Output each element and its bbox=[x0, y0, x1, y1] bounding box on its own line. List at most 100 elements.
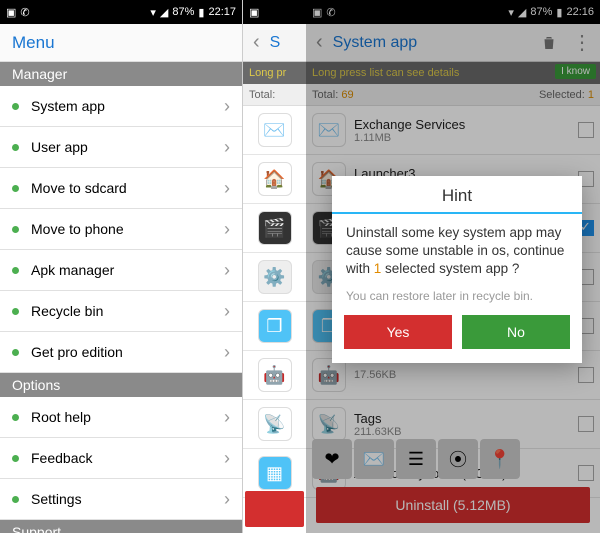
bullet-icon bbox=[12, 226, 19, 233]
hint-bar: Long pr bbox=[243, 62, 306, 84]
total-bar: Total: 69 Selected: 1 bbox=[306, 84, 600, 106]
list-item[interactable]: ✉️ bbox=[243, 106, 306, 155]
bullet-icon bbox=[12, 103, 19, 110]
screenshot-icon: ▣ bbox=[249, 6, 259, 19]
no-button[interactable]: No bbox=[462, 315, 570, 349]
total-value: 69 bbox=[341, 89, 353, 101]
menu-item-move-phone[interactable]: Move to phone › bbox=[0, 209, 242, 250]
battery-icon: ▮ bbox=[198, 6, 204, 19]
battery-label: 87% bbox=[530, 6, 552, 18]
checkbox[interactable] bbox=[578, 465, 594, 481]
phone-icon: ✆ bbox=[326, 6, 335, 19]
menu-item-label: User app bbox=[31, 139, 88, 155]
chevron-right-icon: › bbox=[224, 137, 230, 158]
back-button[interactable]: ‹ bbox=[249, 31, 264, 54]
app-name: Tags bbox=[354, 411, 570, 426]
chevron-right-icon: › bbox=[224, 407, 230, 428]
hint-bar: Long press list can see details I know bbox=[306, 62, 600, 84]
hint-dialog: Hint Uninstall some key system app may c… bbox=[332, 176, 582, 363]
checkbox[interactable] bbox=[578, 122, 594, 138]
selected-value: 1 bbox=[588, 89, 594, 101]
list-item[interactable]: 📡 bbox=[243, 400, 306, 449]
status-bar: ▣ ✆ ▾ ◢ 87% ▮ 22:16 bbox=[306, 0, 600, 24]
wifi-icon: ▾ bbox=[508, 6, 514, 19]
thumb-icon[interactable]: ⦿ bbox=[438, 439, 478, 479]
chevron-right-icon: › bbox=[224, 448, 230, 469]
screen-list-peek: ▣ ‹ S Long pr Total: ✉️ 🏠 🎬 ⚙️ ❐ 🤖 📡 ▦ bbox=[243, 0, 306, 533]
thumb-icon[interactable]: ✉️ bbox=[354, 439, 394, 479]
total-bar: Total: bbox=[243, 84, 306, 106]
chevron-right-icon: › bbox=[224, 489, 230, 510]
page-title: System app bbox=[333, 34, 530, 52]
screen-menu: ▣ ✆ ▾ ◢ 87% ▮ 22:17 Menu Manager System … bbox=[0, 0, 243, 533]
menu-item-user-app[interactable]: User app › bbox=[0, 127, 242, 168]
button-label: Yes bbox=[387, 324, 410, 340]
chevron-right-icon: › bbox=[224, 219, 230, 240]
thumb-icon[interactable]: ❤ bbox=[312, 439, 352, 479]
list-item[interactable]: ❐ bbox=[243, 302, 306, 351]
app-icon: ▦ bbox=[258, 456, 292, 490]
menu-title: Menu bbox=[0, 24, 242, 62]
list-item[interactable]: 🤖 bbox=[243, 351, 306, 400]
iknow-button[interactable]: I know bbox=[555, 64, 596, 79]
screenshot-icon: ▣ bbox=[6, 6, 16, 19]
overflow-button[interactable]: ⋮ bbox=[568, 30, 594, 55]
app-row-exchange[interactable]: ✉️ Exchange Services 1.11MB bbox=[306, 106, 600, 155]
yes-button[interactable]: Yes bbox=[344, 315, 452, 349]
back-button[interactable]: ‹ bbox=[312, 31, 327, 54]
recent-apps-tray: ❤ ✉️ ☰ ⦿ 📍 bbox=[312, 439, 520, 479]
button-label: No bbox=[507, 324, 525, 340]
chevron-right-icon: › bbox=[224, 301, 230, 322]
dialog-text: selected system app ? bbox=[381, 261, 519, 276]
uninstall-button[interactable] bbox=[245, 491, 304, 527]
list-item[interactable]: 🏠 bbox=[243, 155, 306, 204]
clapper-icon: 🎬 bbox=[258, 211, 292, 245]
hint-text: Long pr bbox=[249, 67, 286, 79]
dialog-title: Hint bbox=[332, 176, 582, 212]
uninstall-button[interactable]: Uninstall (5.12MB) bbox=[316, 487, 590, 523]
trash-button[interactable] bbox=[536, 34, 562, 52]
checkbox[interactable] bbox=[578, 416, 594, 432]
app-size: 17.56KB bbox=[354, 369, 570, 381]
menu-item-apk-manager[interactable]: Apk manager › bbox=[0, 250, 242, 291]
list-item[interactable]: ⚙️ bbox=[243, 253, 306, 302]
app-bar: ‹ S bbox=[243, 24, 306, 62]
menu-item-move-sdcard[interactable]: Move to sdcard › bbox=[0, 168, 242, 209]
selected-label: Selected: bbox=[539, 89, 585, 101]
clock: 22:17 bbox=[208, 6, 236, 18]
menu-item-recycle-bin[interactable]: Recycle bin › bbox=[0, 291, 242, 332]
menu-item-settings[interactable]: Settings › bbox=[0, 479, 242, 520]
signal-icon: ◢ bbox=[518, 6, 526, 19]
chevron-right-icon: › bbox=[224, 96, 230, 117]
bullet-icon bbox=[12, 144, 19, 151]
menu-item-system-app[interactable]: System app › bbox=[0, 86, 242, 127]
bullet-icon bbox=[12, 496, 19, 503]
envelope-icon: ✉️ bbox=[258, 113, 292, 147]
nfc-icon: 📡 bbox=[258, 407, 292, 441]
thumb-icon[interactable]: 📍 bbox=[480, 439, 520, 479]
thumb-icon[interactable]: ☰ bbox=[396, 439, 436, 479]
menu-item-feedback[interactable]: Feedback › bbox=[0, 438, 242, 479]
checkbox[interactable] bbox=[578, 367, 594, 383]
windows-icon: ❐ bbox=[258, 309, 292, 343]
menu-item-label: Get pro edition bbox=[31, 344, 123, 360]
chevron-right-icon: › bbox=[224, 178, 230, 199]
bullet-icon bbox=[12, 185, 19, 192]
signal-icon: ◢ bbox=[160, 6, 168, 19]
menu-item-label: Move to sdcard bbox=[31, 180, 127, 196]
menu-item-get-pro[interactable]: Get pro edition › bbox=[0, 332, 242, 373]
app-name: Exchange Services bbox=[354, 117, 570, 132]
chevron-right-icon: › bbox=[224, 342, 230, 363]
list-item[interactable]: 🎬 bbox=[243, 204, 306, 253]
home-icon: 🏠 bbox=[258, 162, 292, 196]
envelope-icon: ✉️ bbox=[312, 113, 346, 147]
total-label: Total: bbox=[312, 89, 338, 101]
total-label: Total: bbox=[249, 89, 275, 101]
gear-icon: ⚙️ bbox=[258, 260, 292, 294]
battery-icon: ▮ bbox=[556, 6, 562, 19]
nfc-icon: 📡 bbox=[312, 407, 346, 441]
menu-item-root-help[interactable]: Root help › bbox=[0, 397, 242, 438]
bullet-icon bbox=[12, 455, 19, 462]
screenshot-icon: ▣ bbox=[312, 6, 322, 19]
android-icon: 🤖 bbox=[258, 358, 292, 392]
